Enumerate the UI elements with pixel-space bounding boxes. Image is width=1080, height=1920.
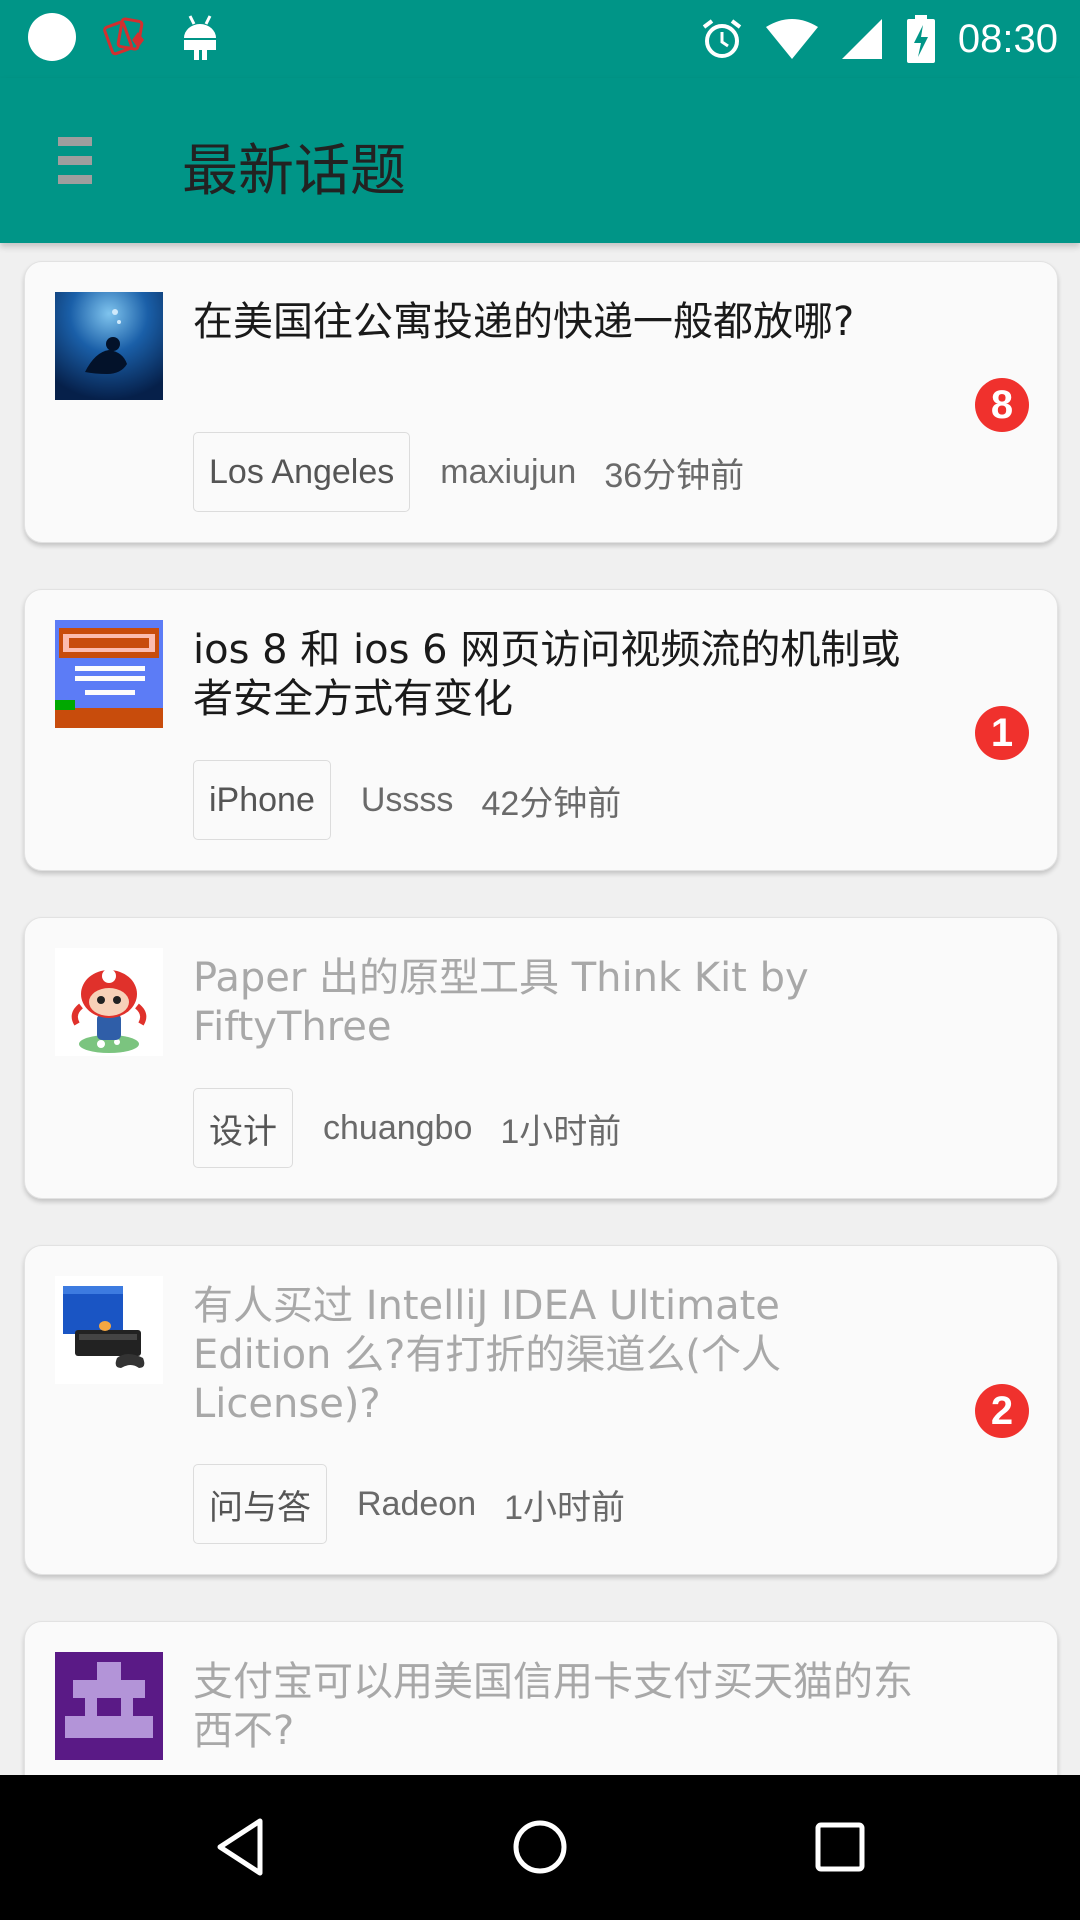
back-icon[interactable] — [210, 1815, 274, 1879]
menu-button[interactable] — [52, 128, 100, 192]
avatar-pixel[interactable] — [55, 1652, 163, 1760]
recents-icon[interactable] — [808, 1815, 872, 1879]
navigation-bar — [0, 1775, 1080, 1920]
node-tag[interactable]: iPhone — [193, 760, 331, 840]
topic-card[interactable]: 在美国往公寓投递的快递一般都放哪? 8 Los Angeles maxiujun… — [24, 261, 1058, 543]
status-bar: 08:30 — [0, 0, 1080, 78]
avatar-mario[interactable] — [55, 620, 163, 728]
topic-time: 1小时前 — [500, 1112, 622, 1151]
topic-author[interactable]: Radeon — [357, 1485, 476, 1524]
node-tag[interactable]: 问与答 — [193, 1464, 327, 1544]
status-left — [28, 12, 222, 62]
battery-charging-icon — [906, 15, 935, 63]
topic-author[interactable]: chuangbo — [323, 1109, 472, 1148]
avatar-diver[interactable] — [55, 292, 163, 400]
topic-card[interactable]: ios 8 和 ios 6 网页访问视频流的机制或者安全方式有变化 1 iPho… — [24, 589, 1058, 871]
signal-icon — [841, 19, 882, 59]
topic-title[interactable]: 有人买过 IntelliJ IDEA Ultimate Edition 么?有打… — [193, 1282, 913, 1429]
status-right: 08:30 — [700, 0, 1058, 78]
menu-icon-line — [58, 155, 92, 165]
node-tag[interactable]: 设计 — [193, 1088, 293, 1168]
topic-title[interactable]: 在美国往公寓投递的快递一般都放哪? — [193, 298, 913, 347]
home-icon[interactable] — [508, 1815, 572, 1879]
android-icon — [184, 15, 216, 60]
status-time: 08:30 — [957, 16, 1058, 61]
app-bar: 最新话题 — [0, 78, 1080, 243]
reply-count-badge: 2 — [975, 1384, 1029, 1438]
topic-title[interactable]: 支付宝可以用美国信用卡支付买天猫的东西不? — [193, 1658, 913, 1756]
avatar-octocat[interactable] — [55, 948, 163, 1056]
topic-author[interactable]: maxiujun — [440, 453, 576, 492]
card-game-icon — [103, 17, 144, 56]
reply-count-badge: 8 — [975, 378, 1029, 432]
topic-meta: Los Angeles maxiujun 36分钟前 — [193, 432, 744, 512]
topic-meta: 问与答 Radeon 1小时前 — [193, 1464, 625, 1544]
topic-title[interactable]: ios 8 和 ios 6 网页访问视频流的机制或者安全方式有变化 — [193, 626, 913, 724]
reply-count-badge: 1 — [975, 706, 1029, 760]
menu-icon-line — [58, 174, 92, 184]
topic-card[interactable]: 支付宝可以用美国信用卡支付买天猫的东西不? — [24, 1621, 1058, 1775]
alarm-icon — [702, 19, 742, 58]
topic-meta: iPhone Ussss 42分钟前 — [193, 760, 621, 840]
topic-author[interactable]: Ussss — [361, 781, 454, 820]
wifi-icon — [765, 19, 818, 59]
topic-time: 1小时前 — [504, 1488, 626, 1527]
page-title: 最新话题 — [182, 139, 406, 204]
topic-time: 36分钟前 — [604, 456, 745, 495]
node-tag[interactable]: Los Angeles — [193, 432, 411, 512]
topic-list[interactable]: 在美国往公寓投递的快递一般都放哪? 8 Los Angeles maxiujun… — [0, 243, 1080, 1775]
avatar-console[interactable] — [55, 1276, 163, 1384]
topic-title[interactable]: Paper 出的原型工具 Think Kit by FiftyThree — [193, 954, 913, 1052]
topic-card[interactable]: 有人买过 IntelliJ IDEA Ultimate Edition 么?有打… — [24, 1245, 1058, 1575]
menu-icon-line — [58, 136, 92, 146]
topic-card[interactable]: Paper 出的原型工具 Think Kit by FiftyThree 设计 … — [24, 917, 1058, 1199]
notification-dot-icon — [28, 13, 76, 61]
topic-meta: 设计 chuangbo 1小时前 — [193, 1088, 621, 1168]
topic-time: 42分钟前 — [481, 784, 622, 823]
